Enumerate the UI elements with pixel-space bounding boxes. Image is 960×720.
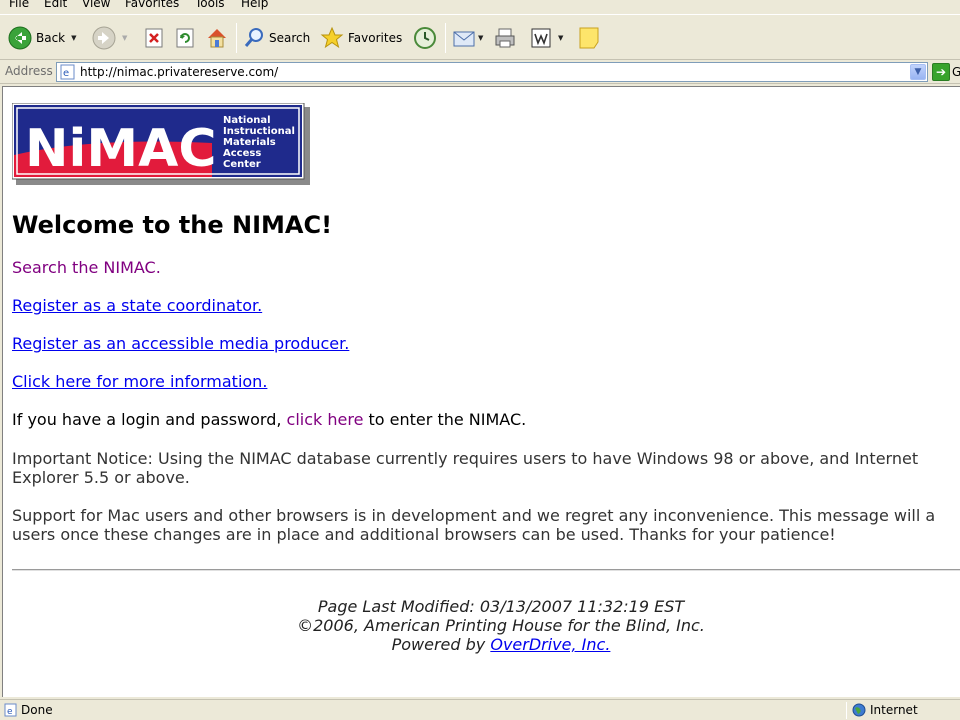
logo-line: Access xyxy=(223,148,261,159)
search-nimac-link[interactable]: Search the NIMAC. xyxy=(12,258,161,277)
logo-line: Materials xyxy=(223,137,276,148)
back-label: Back xyxy=(36,31,66,45)
mail-icon xyxy=(453,31,475,47)
forward-arrow-icon xyxy=(92,26,116,50)
refresh-button[interactable] xyxy=(175,25,195,51)
page-status-icon: e xyxy=(4,703,17,717)
forward-dropdown-icon[interactable]: ▼ xyxy=(122,34,127,42)
status-text: Done xyxy=(21,703,53,717)
back-dropdown-icon[interactable]: ▼ xyxy=(71,34,76,42)
favorites-button[interactable]: Favorites xyxy=(320,25,402,51)
powered-by-text: Powered by xyxy=(391,635,491,654)
login-click-here-link[interactable]: click here xyxy=(287,410,364,429)
toolbar: Back ▼ ▼ Search Favorites ▼ ▼ xyxy=(0,14,960,60)
menu-favorites[interactable]: Favorites xyxy=(125,0,179,10)
more-information-link[interactable]: Click here for more information. xyxy=(12,372,267,391)
menu-help[interactable]: Help xyxy=(241,0,268,10)
printer-icon xyxy=(495,28,515,48)
page-title: Welcome to the NIMAC! xyxy=(12,211,333,239)
menu-edit[interactable]: Edit xyxy=(44,0,67,10)
page-footer: Page Last Modified: 03/13/2007 11:32:19 … xyxy=(3,597,960,654)
ie-page-icon: e xyxy=(60,64,75,80)
mail-button[interactable]: ▼ xyxy=(452,25,483,51)
home-button[interactable] xyxy=(205,25,229,51)
powered-by-line: Powered by OverDrive, Inc. xyxy=(3,635,960,654)
svg-text:e: e xyxy=(7,707,13,717)
search-paragraph: Search the NIMAC. xyxy=(12,258,161,277)
word-edit-icon xyxy=(531,28,551,48)
refresh-icon xyxy=(176,28,194,48)
history-icon xyxy=(414,27,436,49)
back-button[interactable]: Back ▼ xyxy=(8,25,77,51)
login-paragraph: If you have a login and password, click … xyxy=(12,410,526,429)
info-paragraph: Click here for more information. xyxy=(12,372,267,391)
stop-icon xyxy=(145,28,163,48)
copyright-text: ©2006, American Printing House for the B… xyxy=(297,616,705,635)
search-label: Search xyxy=(269,31,311,45)
menu-view[interactable]: View xyxy=(82,0,110,10)
svg-text:e: e xyxy=(63,68,69,79)
page-viewport: NiMAC National Instructional Materials A… xyxy=(2,86,960,697)
horizontal-divider xyxy=(12,569,960,571)
menu-bar: File Edit View Favorites Tools Help xyxy=(0,0,960,14)
logo-line: Instructional xyxy=(223,126,295,137)
print-button[interactable] xyxy=(493,25,517,51)
status-bar: e Done Internet xyxy=(0,699,960,720)
messenger-button[interactable] xyxy=(578,25,602,51)
go-label[interactable]: G xyxy=(952,65,960,79)
logo-acronym: NiMAC xyxy=(25,119,217,179)
menu-tools[interactable]: Tools xyxy=(195,0,225,10)
address-bar: Address e ▼ ➔ G xyxy=(0,60,960,84)
toolbar-separator xyxy=(236,23,237,53)
logo-line: National xyxy=(223,115,271,126)
forward-button[interactable]: ▼ xyxy=(92,25,127,51)
login-text-post: to enter the NIMAC. xyxy=(363,410,527,429)
login-text-pre: If you have a login and password, xyxy=(12,410,287,429)
toolbar-separator xyxy=(445,23,446,53)
nimac-logo: NiMAC National Instructional Materials A… xyxy=(12,103,310,185)
address-input[interactable] xyxy=(80,65,900,79)
register-state-coordinator-link[interactable]: Register as a state coordinator. xyxy=(12,296,262,315)
browser-window: File Edit View Favorites Tools Help Back… xyxy=(0,0,960,720)
note-icon xyxy=(579,27,599,49)
producer-paragraph: Register as an accessible media producer… xyxy=(12,334,349,353)
register-media-producer-link[interactable]: Register as an accessible media producer… xyxy=(12,334,349,353)
important-notice: Important Notice: Using the NIMAC databa… xyxy=(12,449,919,487)
overdrive-link[interactable]: OverDrive, Inc. xyxy=(490,635,610,654)
history-button[interactable] xyxy=(413,25,437,51)
status-divider xyxy=(846,702,847,719)
globe-icon xyxy=(852,703,866,717)
favorites-label: Favorites xyxy=(348,31,403,45)
state-paragraph: Register as a state coordinator. xyxy=(12,296,262,315)
address-field[interactable]: e ▼ xyxy=(56,62,928,82)
address-label: Address xyxy=(5,64,53,78)
star-icon xyxy=(320,26,344,49)
address-dropdown-icon[interactable]: ▼ xyxy=(910,64,926,80)
support-notice: Support for Mac users and other browsers… xyxy=(12,506,936,544)
menu-file[interactable]: File xyxy=(9,0,29,10)
logo-line: Center xyxy=(223,159,261,170)
search-icon xyxy=(244,28,263,47)
mail-dropdown-icon[interactable]: ▼ xyxy=(478,34,483,42)
back-arrow-icon xyxy=(8,26,32,50)
go-arrow-icon[interactable]: ➔ xyxy=(932,63,950,81)
home-icon xyxy=(208,29,226,48)
security-zone-text: Internet xyxy=(870,703,918,717)
edit-dropdown-icon[interactable]: ▼ xyxy=(558,34,563,42)
stop-button[interactable] xyxy=(144,25,164,51)
edit-button[interactable]: ▼ xyxy=(530,25,563,51)
last-modified-text: Page Last Modified: 03/13/2007 11:32:19 … xyxy=(317,597,685,616)
search-button[interactable]: Search xyxy=(243,25,310,51)
